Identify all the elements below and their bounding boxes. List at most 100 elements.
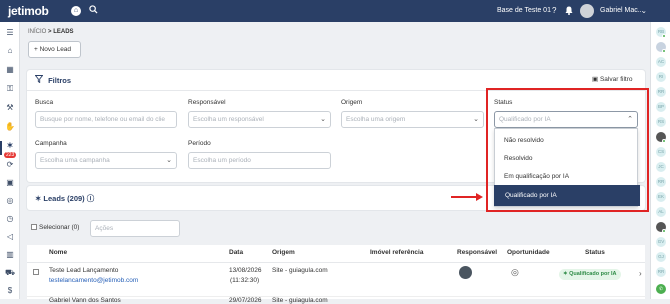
app-logo[interactable]: jetimob: [8, 4, 49, 18]
filters-title: Filtros: [34, 75, 72, 85]
leads-badge: 223: [4, 152, 17, 158]
table-toolbar: Selecionar (0) Ações: [27, 218, 645, 238]
menu-icon[interactable]: ☰: [5, 28, 15, 38]
highlight-arrow: [451, 196, 477, 198]
col-status[interactable]: Status: [585, 249, 605, 256]
contact-avatar[interactable]: AL: [656, 207, 666, 217]
contact-avatar[interactable]: RR: [656, 87, 666, 97]
base-selector[interactable]: Base de Teste 01: [497, 7, 551, 14]
leads-table: Nome Data Origem Imóvel referência Respo…: [27, 245, 645, 304]
lead-origin: Site - guiagula.com: [272, 267, 328, 274]
contact-avatar[interactable]: RR: [656, 267, 666, 277]
campaign-label: Campanha: [35, 140, 67, 147]
lead-name[interactable]: Teste Lead Lançamento: [49, 267, 118, 274]
lead-name[interactable]: Gabriel Vann dos Santos: [49, 297, 121, 304]
lead-date: 13/08/2026: [229, 267, 262, 274]
leads-title: ✶ Leads (209) ⓘ: [35, 193, 94, 204]
ai-icon: ✶: [563, 271, 568, 277]
right-sidebar: RB AC RI RR BP RS CS JC RR EK AL GV GJ R…: [650, 22, 670, 299]
chevron-down-icon: ⌄: [320, 116, 326, 123]
new-lead-button[interactable]: + Novo Lead: [28, 41, 81, 58]
period-label: Período: [188, 140, 211, 147]
row-checkbox[interactable]: [33, 269, 39, 275]
home-icon[interactable]: ⌂: [71, 6, 81, 16]
contact-avatar[interactable]: CS: [656, 147, 666, 157]
money-icon[interactable]: $: [5, 286, 15, 296]
contact-avatar[interactable]: BP: [656, 102, 666, 112]
online-dot: [662, 229, 666, 233]
megaphone-icon[interactable]: ◁: [5, 232, 15, 242]
col-property[interactable]: Imóvel referência: [370, 249, 423, 256]
key-icon[interactable]: ⚿: [5, 84, 15, 94]
chevron-right-icon[interactable]: ›: [639, 269, 642, 278]
online-dot: [662, 34, 666, 38]
contact-avatar[interactable]: AC: [656, 57, 666, 67]
responsible-placeholder: Escolha um responsável: [193, 116, 264, 123]
chevron-down-icon: ⌄: [166, 157, 172, 164]
cart-icon[interactable]: ⛟: [5, 268, 15, 278]
bell-icon[interactable]: [565, 6, 573, 17]
lead-origin: Site - guiagula.com: [272, 297, 328, 304]
col-opportunity[interactable]: Oportunidade: [507, 249, 550, 256]
checkbox[interactable]: [31, 224, 37, 231]
status-badge: ✶ Qualificado por IA: [559, 269, 621, 280]
save-filter-label: Salvar filtro: [599, 76, 633, 83]
building-icon[interactable]: ▦: [5, 65, 15, 75]
filters-title-text: Filtros: [48, 76, 72, 85]
home-icon[interactable]: ⌂: [5, 46, 15, 56]
col-name[interactable]: Nome: [49, 249, 67, 256]
clock-icon[interactable]: ◷: [5, 214, 15, 224]
select-all-checkbox[interactable]: Selecionar (0): [31, 224, 79, 231]
origin-select[interactable]: Escolha uma origem ⌄: [341, 111, 484, 128]
left-sidebar: ☰ ⌂ ▦ ⚿ ⚒ ✋ ✶ 223 ⟳ ▣ ◎ ◷ ◁ ▥ ⛟ $: [0, 22, 20, 299]
book-icon[interactable]: ▥: [5, 250, 15, 260]
col-responsible[interactable]: Responsável: [457, 249, 497, 256]
actions-select[interactable]: Ações: [90, 220, 180, 237]
search-label: Busca: [35, 99, 54, 106]
top-bar: jetimob ⌂ Base de Teste 01 ? Gabriel Mac…: [0, 0, 670, 22]
calendar-icon[interactable]: ▣: [5, 178, 15, 188]
responsible-label: Responsável: [188, 99, 226, 106]
select-all-label: Selecionar (0): [39, 224, 80, 231]
tools-icon[interactable]: ⚒: [5, 103, 15, 113]
chevron-down-icon[interactable]: ⌄: [641, 7, 647, 15]
campaign-placeholder: Escolha uma campanha: [40, 157, 110, 164]
contact-avatar[interactable]: EK: [656, 192, 666, 202]
handshake-icon[interactable]: ✋: [5, 122, 15, 132]
breadcrumb-current: LEADS: [53, 29, 74, 35]
breadcrumb-sep: >: [48, 29, 52, 35]
divider: [27, 262, 645, 263]
highlight-box: [486, 88, 649, 212]
period-input[interactable]: Escolha um período: [188, 152, 331, 169]
search-input[interactable]: Busque por nome, telefone ou email do cl…: [35, 111, 177, 128]
contact-avatar[interactable]: RI: [656, 72, 666, 82]
save-filter-button[interactable]: ▣ Salvar filtro: [592, 75, 632, 83]
campaign-select[interactable]: Escolha uma campanha ⌄: [35, 152, 177, 169]
online-dot: [662, 139, 666, 143]
leads-icon[interactable]: ✶: [5, 141, 15, 151]
online-dot: [662, 49, 666, 53]
help-icon[interactable]: ?: [552, 6, 556, 15]
contact-avatar[interactable]: RS: [656, 117, 666, 127]
lead-email[interactable]: testelancamento@jetimob.com: [49, 277, 138, 284]
col-date[interactable]: Data: [229, 249, 243, 256]
opportunity-icon[interactable]: ◎: [511, 267, 519, 278]
whatsapp-icon[interactable]: ✆: [656, 284, 666, 294]
active-indicator: [0, 141, 2, 155]
contact-avatar[interactable]: GV: [656, 237, 666, 247]
breadcrumb-home[interactable]: INÍCIO: [28, 29, 46, 35]
contact-avatar[interactable]: GJ: [656, 252, 666, 262]
col-origin[interactable]: Origem: [272, 249, 295, 256]
target-icon[interactable]: ◎: [5, 196, 15, 206]
filter-icon: [34, 75, 45, 85]
refresh-icon[interactable]: ⟳: [5, 160, 15, 170]
user-name[interactable]: Gabriel Mac...: [600, 7, 644, 14]
help-icon[interactable]: ⓘ: [87, 194, 95, 203]
contact-avatar[interactable]: JC: [656, 162, 666, 172]
origin-placeholder: Escolha uma origem: [346, 116, 406, 123]
contact-avatar[interactable]: RR: [656, 177, 666, 187]
responsible-select[interactable]: Escolha um responsável ⌄: [188, 111, 331, 128]
search-icon[interactable]: [89, 5, 98, 16]
user-avatar[interactable]: [580, 4, 594, 18]
status-badge-text: Qualificado por IA: [569, 271, 617, 277]
